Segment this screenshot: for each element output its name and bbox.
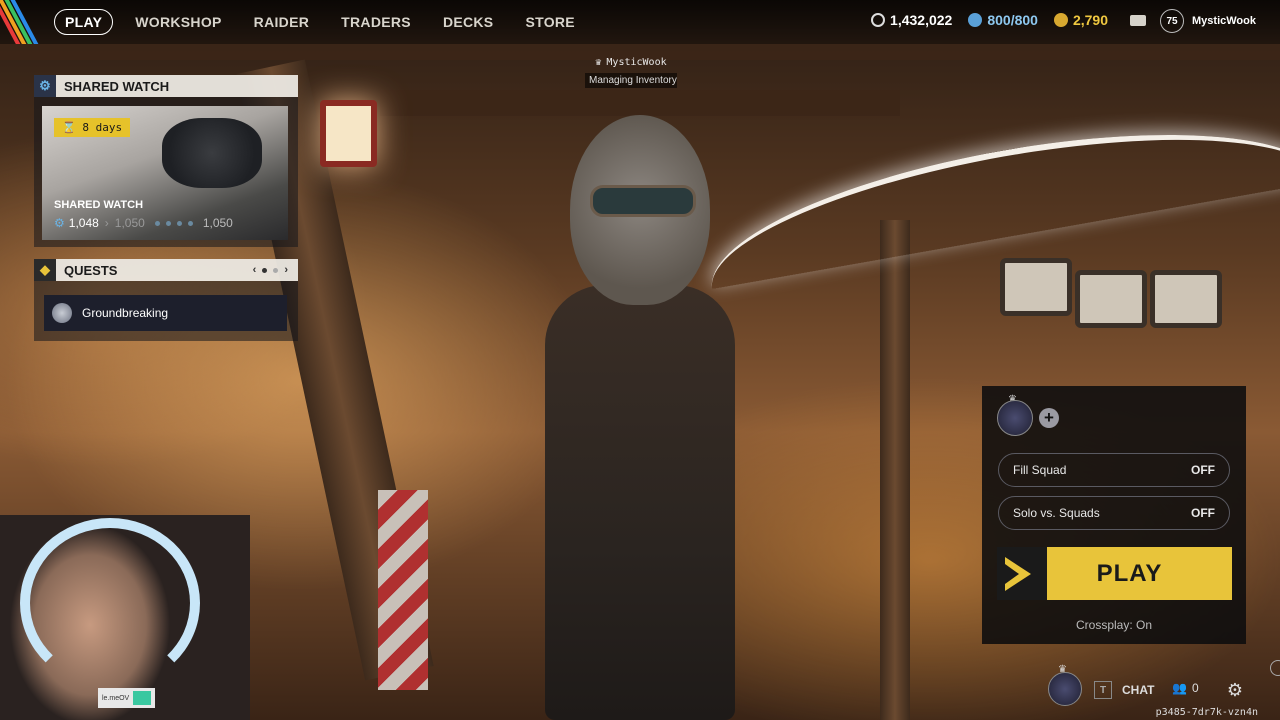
nameplate-name: MysticWook (606, 57, 667, 68)
neon-light-arc (697, 96, 1280, 290)
friends-button[interactable]: 👥 0 (1172, 681, 1199, 695)
coin-icon (871, 13, 886, 27)
nameplate-status: Managing Inventory (585, 73, 677, 88)
player-character (505, 95, 775, 720)
chat-key-hint: T (1094, 681, 1112, 699)
page-dot-active (262, 267, 268, 273)
stream-overlay-label: le.meOV (102, 694, 130, 702)
settings-gear-icon[interactable]: ⚙ (1225, 680, 1245, 700)
nav-play[interactable]: PLAY (54, 9, 114, 35)
nav-raider[interactable]: RAIDER (238, 8, 325, 36)
time-remaining-badge: ⌛ 8 days (54, 118, 131, 137)
quests-pager: ‹ › (253, 259, 298, 281)
bottom-player-avatar[interactable] (1048, 672, 1082, 706)
overlay-color-chip (133, 691, 152, 705)
nav-store[interactable]: STORE (509, 8, 590, 36)
crossbeam (380, 90, 900, 116)
shared-watch-header-label: SHARED WATCH (64, 78, 170, 94)
crossplay-status: Crossplay: On (1075, 618, 1153, 632)
chat-button[interactable]: T CHAT (1094, 681, 1154, 699)
add-squad-member-button[interactable]: + (1039, 408, 1059, 428)
character-body (545, 285, 735, 720)
solo-vs-squads-label: Solo vs. Squads (1013, 506, 1100, 520)
nav-decks[interactable]: DECKS (427, 8, 510, 36)
nav-traders[interactable]: TRADERS (325, 8, 427, 36)
play-arrow-icon (997, 547, 1047, 600)
quest-diamond-icon: ◆ (34, 259, 56, 281)
side-toggle-icon[interactable] (1270, 660, 1280, 676)
gear-icon: ⚙ (34, 75, 56, 97)
coins-currency[interactable]: 1,432,022 (871, 12, 952, 28)
profile-username: MysticWook (1192, 15, 1256, 27)
profile-button[interactable]: 75 MysticWook (1160, 9, 1256, 33)
solo-vs-squads-value: OFF (1191, 506, 1215, 520)
striped-barrier (378, 490, 428, 690)
quests-header: ◆ QUESTS ‹ › (34, 259, 298, 281)
gear-icon: ⚙ (54, 216, 65, 230)
shared-watch-progress: ⚙ 1,048 › 1,050 1,050 (54, 216, 278, 230)
mech-image (162, 118, 262, 188)
progress-current: 1,048 (68, 216, 99, 230)
tokens-currency[interactable]: 2,790 (1053, 12, 1108, 28)
time-remaining-label: 8 days (82, 121, 123, 134)
credits-currency[interactable]: 800/800 (968, 12, 1038, 28)
token-icon (1053, 13, 1068, 27)
support-pillar-right (880, 220, 910, 720)
solo-vs-squads-toggle[interactable]: Solo vs. Squads OFF (998, 496, 1230, 530)
progress-target: 1,050 (202, 216, 233, 230)
shared-watch-title: SHARED WATCH (54, 199, 144, 211)
chevron-left-icon[interactable]: ‹ (253, 264, 257, 276)
friends-count: 0 (1191, 681, 1199, 695)
top-navigation-bar: PLAY WORKSHOP RAIDER TRADERS DECKS STORE… (0, 0, 1280, 44)
nav-workshop[interactable]: WORKSHOP (119, 8, 237, 36)
streamer-headset (20, 518, 200, 688)
nameplate-name-row: ♛ MysticWook (585, 57, 677, 68)
fill-squad-value: OFF (1191, 463, 1215, 477)
shared-watch-header: ⚙ SHARED WATCH (34, 75, 298, 97)
quest-label: Groundbreaking (82, 306, 169, 320)
progress-next: 1,050 (114, 216, 145, 230)
quests-header-label: QUESTS (64, 262, 118, 278)
play-button[interactable]: PLAY (997, 547, 1232, 600)
red-lamp (320, 100, 377, 167)
quest-item[interactable]: Groundbreaking (44, 295, 287, 331)
character-raccoon-hat (570, 115, 710, 305)
fill-squad-toggle[interactable]: Fill Squad OFF (998, 453, 1230, 487)
credits-icon (968, 13, 983, 27)
session-id: p3485-7dr7k-vzn4n (1155, 707, 1258, 718)
page-dot (273, 267, 279, 273)
crt-monitor (1000, 258, 1072, 316)
friends-icon: 👥 (1172, 681, 1187, 695)
quest-giver-avatar (52, 303, 72, 323)
fill-squad-label: Fill Squad (1013, 463, 1067, 477)
crt-monitor (1075, 270, 1147, 328)
tokens-value: 2,790 (1072, 12, 1108, 28)
game-logo-icon (0, 0, 44, 44)
currency-bar: 1,432,022 800/800 2,790 (871, 12, 1146, 28)
squad-leader-avatar[interactable] (997, 400, 1033, 436)
player-nameplate: ♛ MysticWook Managing Inventory (585, 57, 677, 88)
chevron-right-icon: › (104, 216, 109, 230)
player-level-badge: 75 (1160, 9, 1185, 33)
chat-label: CHAT (1122, 683, 1155, 697)
crt-monitor (1150, 270, 1222, 328)
chevron-right-icon[interactable]: › (284, 264, 288, 276)
play-button-label: PLAY (1096, 559, 1163, 587)
stream-overlay-tag: le.meOV (98, 688, 156, 708)
mail-icon[interactable] (1130, 14, 1146, 26)
crown-icon: ♛ (595, 57, 602, 68)
coins-value: 1,432,022 (890, 12, 953, 28)
progress-dots (154, 220, 193, 226)
character-goggles (590, 185, 696, 217)
main-nav: PLAY WORKSHOP RAIDER TRADERS DECKS STORE (54, 8, 591, 36)
credits-value: 800/800 (987, 12, 1038, 28)
